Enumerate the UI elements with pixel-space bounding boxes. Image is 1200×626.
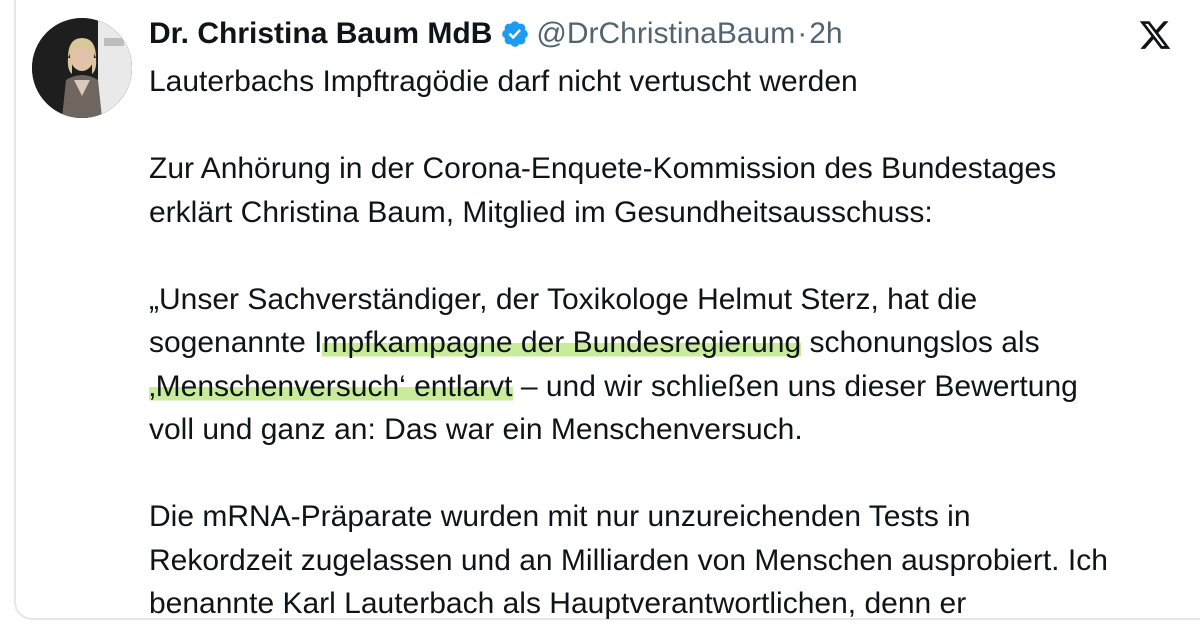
avatar[interactable]	[32, 18, 132, 118]
tweet-line: „Unser Sachverständiger, der Toxikologe …	[149, 282, 978, 316]
tweet-title-line: Lauterbachs Impftragödie darf nicht vert…	[149, 65, 858, 98]
highlighted-text: ‚Menschenversuch‘ entlarvt	[149, 369, 513, 403]
tweet-line: sogenannte Impfkampagne der Bundesregier…	[149, 321, 1189, 365]
tweet-header: Dr. Christina Baum MdB @DrChristinaBaum …	[149, 14, 843, 54]
tweet-line: Rekordzeit zugelassen und an Milliarden …	[149, 543, 1108, 577]
tweet-line: ‚Menschenversuch‘ entlarvt – und wir sch…	[149, 365, 1189, 409]
tweet-line: voll und ganz an: Das war ein Menschenve…	[149, 413, 803, 446]
tweet-text: Lauterbachs Impftragödie darf nicht vert…	[149, 60, 1189, 626]
tweet-line: benannte Karl Lauterbach als Hauptverant…	[149, 587, 967, 620]
timestamp[interactable]: 2h	[809, 14, 842, 54]
text-segment: sogenannte I	[149, 326, 323, 359]
author-name[interactable]: Dr. Christina Baum MdB	[149, 14, 492, 54]
verified-badge-icon	[500, 19, 530, 49]
highlighted-text: mpfkampagne der Bundesregierung	[322, 326, 802, 359]
text-segment: – und wir schließen uns dieser Bewertung	[512, 369, 1078, 403]
text-segment: schonungslos als	[801, 326, 1040, 359]
x-logo-icon[interactable]	[1138, 18, 1172, 52]
author-handle[interactable]: @DrChristinaBaum	[536, 14, 795, 54]
tweet-line: Die mRNA-Präparate wurden mit nur unzure…	[149, 500, 971, 533]
tweet-line: Zur Anhörung in der Corona-Enquete-Kommi…	[149, 152, 1057, 185]
separator-dot: ·	[797, 17, 808, 50]
tweet-line: erklärt Christina Baum, Mitglied im Gesu…	[149, 195, 933, 229]
